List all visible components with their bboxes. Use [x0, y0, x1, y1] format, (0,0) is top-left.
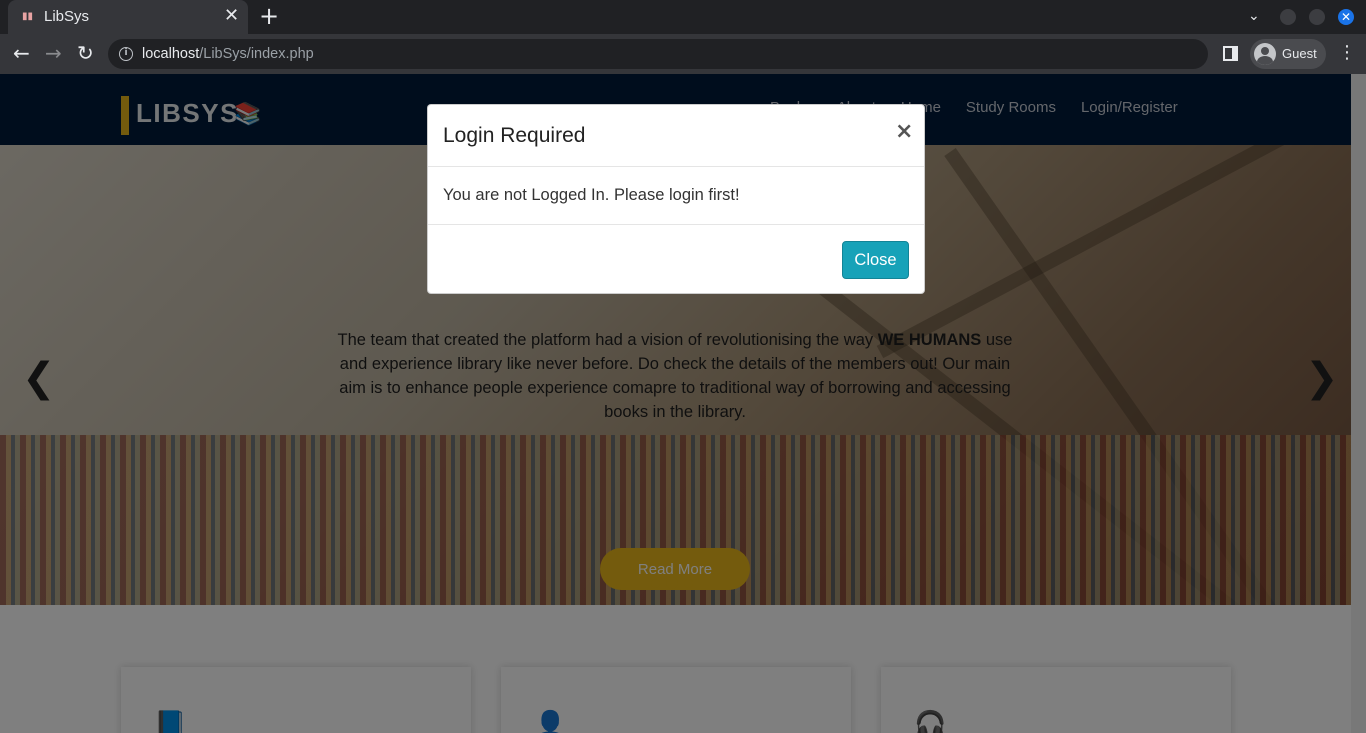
profile-button[interactable]: Guest [1250, 39, 1326, 69]
login-required-modal: Login Required × You are not Logged In. … [427, 104, 925, 294]
site-info-icon[interactable]: i [119, 47, 133, 61]
reload-button[interactable]: ↻ [77, 42, 94, 64]
forward-button[interactable]: → [45, 42, 62, 64]
address-bar[interactable]: i localhost/LibSys/index.php [108, 39, 1208, 69]
minimize-button[interactable] [1280, 9, 1296, 25]
book-favicon-icon: ▮▮ [22, 11, 34, 22]
close-icon[interactable]: × [895, 121, 913, 143]
new-tab-button[interactable]: + [259, 4, 279, 28]
tab-title: LibSys [44, 8, 90, 25]
back-button[interactable]: ← [13, 42, 30, 64]
tab-close-icon[interactable]: ✕ [224, 7, 239, 25]
modal-footer: Close [428, 224, 924, 294]
tab-search-icon[interactable]: ⌄ [1248, 8, 1260, 24]
maximize-button[interactable] [1309, 9, 1325, 25]
modal-title: Login Required [443, 124, 586, 147]
browser-menu-icon[interactable]: ⋮ [1338, 44, 1356, 62]
url-text: localhost/LibSys/index.php [142, 46, 314, 62]
close-button[interactable]: Close [842, 241, 909, 279]
browser-toolbar: ← → ↻ i localhost/LibSys/index.php Guest… [0, 34, 1366, 74]
window-close-button[interactable]: ✕ [1338, 9, 1354, 25]
profile-label: Guest [1282, 46, 1317, 61]
modal-message: You are not Logged In. Please login firs… [443, 186, 740, 204]
browser-tab[interactable]: ▮▮ LibSys ✕ [8, 0, 248, 34]
guest-avatar-icon [1254, 43, 1276, 65]
modal-header: Login Required × [428, 105, 924, 167]
browser-tab-strip: ▮▮ LibSys ✕ + ⌄ ✕ [0, 0, 1366, 34]
side-panel-icon[interactable] [1223, 46, 1238, 61]
